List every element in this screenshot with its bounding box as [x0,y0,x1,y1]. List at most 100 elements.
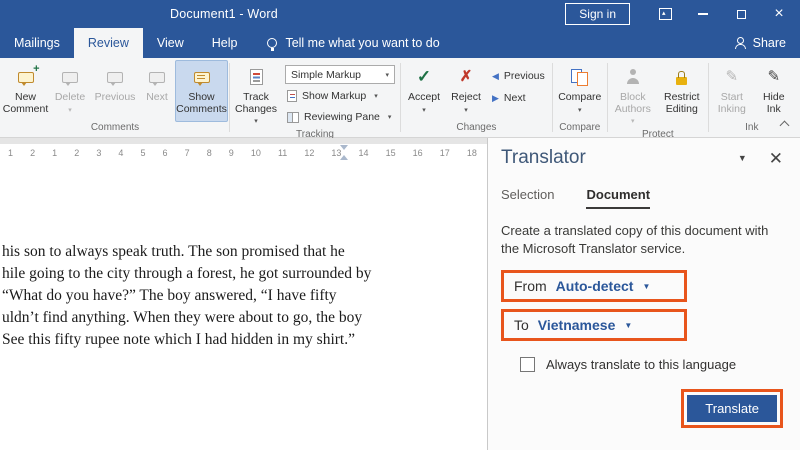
ribbon-display-options-button[interactable] [646,0,684,28]
translate-button[interactable]: Translate [687,395,777,422]
pane-options-caret-icon[interactable]: ▼ [734,149,751,167]
window-controls: Sign in × [565,0,798,28]
track-changes-button[interactable]: Track Changes ▾ [231,60,281,129]
tab-review[interactable]: Review [73,28,143,58]
ribbon-display-options-icon [658,8,672,20]
to-label: To [514,317,529,333]
document-line: See this fifty rupee note which I had hi… [2,331,355,348]
document-line: his son to always speak truth. The son p… [2,243,345,260]
ribbon-tab-row: Mailings Review View Help Tell me what y… [0,28,800,58]
dropdown-caret-icon: ▼ [642,281,651,291]
group-separator [229,63,230,132]
tell-me-box[interactable]: Tell me what you want to do [267,28,440,58]
tab-document[interactable]: Document [586,187,651,209]
next-comment-button[interactable]: Next [139,60,175,122]
horizontal-ruler[interactable]: 1 2 1 2 3 4 5 6 7 8 9 10 11 12 13 14 15 16 17 18 [0,144,487,161]
minimize-button[interactable] [684,0,722,28]
from-value: Auto-detect [555,278,634,294]
document-line: hile going to the city through a forest,… [2,265,372,282]
hide-ink-button[interactable]: ✎ Hide Ink [754,60,794,122]
tell-me-label: Tell me what you want to do [285,36,440,50]
group-label-comments: Comments [90,122,140,133]
dropdown-caret-icon: ▾ [385,71,389,79]
ribbon-group-protect: Block Authors ▾ Restrict Editing Protect [609,58,707,140]
ribbon-group-compare: Compare ▾ Compare [554,58,606,137]
share-button[interactable]: Share [734,28,786,58]
show-markup-button[interactable]: Show Markup ▾ [285,87,395,105]
next-change-button[interactable]: ▶ Next [490,89,547,107]
from-label: From [514,278,547,294]
start-inking-button[interactable]: ✎ Start Inking [710,60,754,122]
ruler-number: 17 [439,147,450,158]
ruler-number: 9 [228,147,234,158]
group-label-compare: Compare [559,122,601,133]
workspace: 1 2 1 2 3 4 5 6 7 8 9 10 11 12 13 14 15 16 17 18 his son to… [0,138,800,450]
accept-button[interactable]: ✓ Accept ▾ [402,60,446,122]
show-comments-icon [193,71,210,86]
previous-change-button[interactable]: ◀ Previous [490,67,547,85]
next-comment-icon [149,71,165,86]
close-button[interactable]: × [760,0,798,28]
tab-mailings[interactable]: Mailings [0,28,74,58]
group-separator [400,63,401,132]
previous-comment-button[interactable]: Previous [91,60,139,122]
block-authors-button[interactable]: Block Authors ▾ [609,60,657,129]
tab-help[interactable]: Help [198,28,252,58]
compare-button[interactable]: Compare ▾ [554,60,606,122]
to-language-dropdown[interactable]: To Vietnamese ▼ [501,309,687,341]
show-comments-button[interactable]: Show Comments [175,60,228,122]
delete-comment-button[interactable]: Delete ▾ [49,60,91,122]
ribbon-group-comments: New Comment Delete ▾ Previous Next [2,58,228,137]
ruler-number: 1 [52,147,58,158]
ribbon-group-changes: ✓ Accept ▾ ✗ Reject ▾ ◀ Previous ▶ Next … [402,58,551,137]
minimize-icon [698,13,708,15]
delete-comment-icon [62,71,78,86]
dropdown-caret-icon: ▾ [422,106,426,114]
dropdown-caret-icon: ▾ [254,118,258,125]
from-language-dropdown[interactable]: From Auto-detect ▼ [501,270,687,302]
reject-button[interactable]: ✗ Reject ▾ [446,60,486,122]
restore-button[interactable] [722,0,760,28]
ruler-number: 4 [118,147,124,158]
restrict-editing-button[interactable]: Restrict Editing [657,60,707,129]
pen-icon: ✎ [725,68,739,86]
ruler-number: 6 [162,147,168,158]
ruler-number: 12 [304,147,315,158]
ruler-number: 3 [96,147,102,158]
accept-check-icon: ✓ [416,67,432,87]
translate-highlight-box: Translate [681,389,783,428]
ruler-number: 14 [358,147,369,158]
reviewing-pane-icon [287,111,299,123]
next-arrow-icon: ▶ [492,92,499,103]
new-comment-button[interactable]: New Comment [2,60,49,122]
group-label-changes: Changes [456,122,497,133]
person-icon [734,37,746,49]
window-title: Document1 - Word [170,7,278,21]
always-translate-row: Always translate to this language [520,357,787,372]
previous-arrow-icon: ◀ [492,70,499,81]
tab-selection[interactable]: Selection [501,187,554,209]
indent-marker[interactable] [340,145,349,160]
group-separator [551,63,553,132]
compare-icon [570,69,589,86]
ruler-number: 5 [140,147,146,158]
tab-view[interactable]: View [143,28,198,58]
to-value: Vietnamese [537,317,616,333]
dropdown-caret-icon: ▾ [68,106,72,114]
dropdown-caret-icon: ▼ [624,320,633,330]
ruler-number: 2 [74,147,80,158]
sign-in-button[interactable]: Sign in [565,3,630,25]
restore-icon [736,9,746,19]
reviewing-pane-button[interactable]: Reviewing Pane ▾ [285,108,395,126]
ruler-number: 8 [206,147,212,158]
ruler-number: 11 [277,147,288,158]
pane-close-icon[interactable]: ✕ [765,148,787,169]
document-text[interactable]: his son to always speak truth. The son p… [0,241,487,351]
new-comment-icon [17,64,40,86]
always-translate-checkbox[interactable] [520,357,535,372]
display-for-review-dropdown[interactable]: Simple Markup ▾ [285,65,395,84]
document-line: uldn’t find anything. When they were abo… [2,309,363,326]
document-line: “What do you have?” The boy answered, “I… [2,287,337,304]
block-authors-icon [625,69,641,85]
tracking-options-column: Simple Markup ▾ Show Markup ▾ Reviewing … [281,60,399,129]
